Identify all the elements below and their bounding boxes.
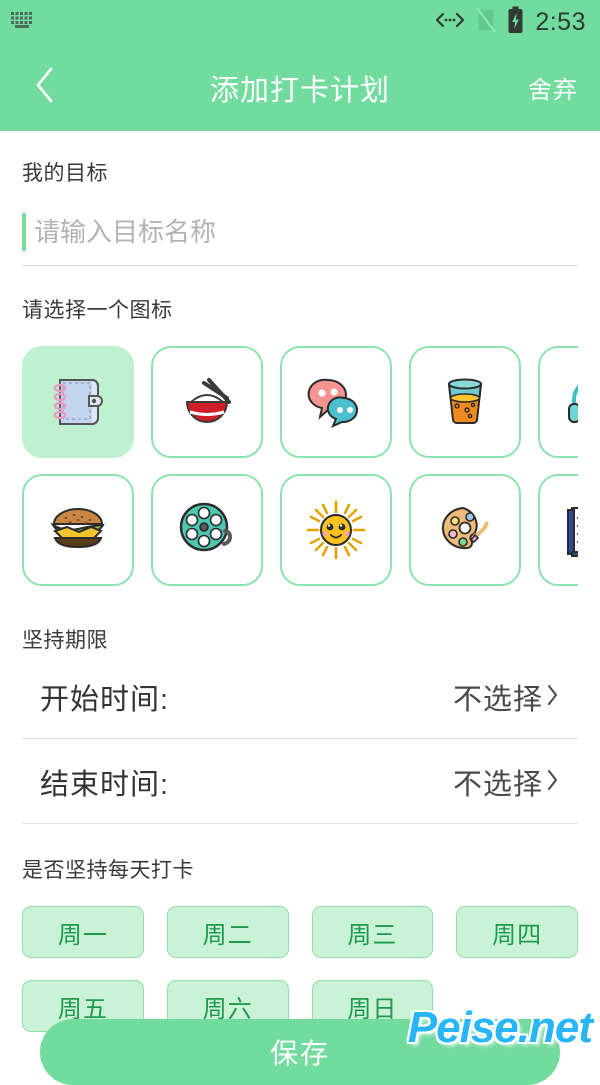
- rice-bowl-icon: [171, 366, 243, 438]
- start-time-value-wrap: 不选择: [453, 676, 560, 718]
- icon-tile-paint-palette[interactable]: [409, 474, 521, 586]
- weekday-button-tue[interactable]: 周二: [166, 906, 289, 958]
- usb-debug-icon: [435, 10, 465, 35]
- weekday-button-mon[interactable]: 周一: [22, 906, 144, 958]
- icon-tile-film-reel[interactable]: [151, 474, 263, 586]
- back-button[interactable]: [22, 65, 68, 111]
- end-time-label: 结束时间:: [40, 769, 170, 801]
- signal-off-icon: [476, 6, 497, 38]
- keyboard-icon: [10, 11, 36, 34]
- blue-book-icon: [558, 494, 578, 566]
- icon-tile-chat-bubbles[interactable]: [280, 346, 392, 458]
- film-reel-icon: [171, 494, 243, 566]
- goal-name-input[interactable]: [34, 216, 578, 248]
- start-time-row[interactable]: 开始时间: 不选择: [22, 654, 578, 739]
- chevron-right-icon: [545, 767, 560, 798]
- end-time-value: 不选择: [452, 769, 543, 801]
- juice-glass-icon: [429, 366, 501, 438]
- chat-bubbles-icon: [300, 366, 372, 438]
- chevron-left-icon: [34, 66, 56, 109]
- weekday-section-label: 是否坚持每天打卡: [22, 859, 194, 882]
- status-bar: 2:53: [0, 0, 600, 44]
- sun-icon: [300, 494, 372, 566]
- goal-section-label: 我的目标: [22, 162, 108, 185]
- weekday-button-wed[interactable]: 周三: [311, 906, 434, 958]
- text-caret: [22, 213, 26, 251]
- weekday-button-thu[interactable]: 周四: [456, 906, 578, 958]
- status-bar-clock: 2:53: [535, 7, 586, 36]
- form-content: 我的目标 请选择一个图标: [0, 157, 600, 1032]
- discard-button[interactable]: 舍弃: [528, 70, 578, 105]
- chevron-right-icon: [545, 682, 560, 713]
- battery-charging-icon: [507, 6, 524, 39]
- end-time-row[interactable]: 结束时间: 不选择: [22, 739, 578, 824]
- status-bar-indicators: 2:53: [435, 6, 586, 39]
- icon-tile-notebook[interactable]: [22, 346, 134, 458]
- duration-section-label: 坚持期限: [22, 629, 108, 652]
- start-time-value: 不选择: [452, 684, 543, 716]
- headphones-icon: [558, 366, 578, 438]
- end-time-value-wrap: 不选择: [453, 761, 560, 803]
- icon-row: [22, 346, 578, 458]
- notebook-icon: [42, 366, 114, 438]
- icon-picker[interactable]: [22, 346, 578, 586]
- app-bar: 添加打卡计划 舍弃: [0, 44, 600, 131]
- page-title: 添加打卡计划: [209, 74, 390, 107]
- paint-palette-icon: [429, 494, 501, 566]
- icon-tile-sun[interactable]: [280, 474, 392, 586]
- icon-tile-blue-book[interactable]: [538, 474, 578, 586]
- status-bar-notifications: [10, 11, 36, 34]
- start-time-label: 开始时间:: [40, 684, 170, 716]
- icon-tile-hamburger[interactable]: [22, 474, 134, 586]
- icon-tile-headphones[interactable]: [538, 346, 578, 458]
- save-button[interactable]: 保存: [40, 1019, 560, 1085]
- weekday-selector: 周一 周二 周三 周四 周五 周六 周日: [22, 906, 578, 1032]
- icon-row: [22, 474, 578, 586]
- hamburger-icon: [42, 494, 114, 566]
- icon-tile-rice-bowl[interactable]: [151, 346, 263, 458]
- icon-tile-juice-glass[interactable]: [409, 346, 521, 458]
- goal-input-row[interactable]: [22, 213, 578, 266]
- icon-section-label: 请选择一个图标: [22, 299, 173, 322]
